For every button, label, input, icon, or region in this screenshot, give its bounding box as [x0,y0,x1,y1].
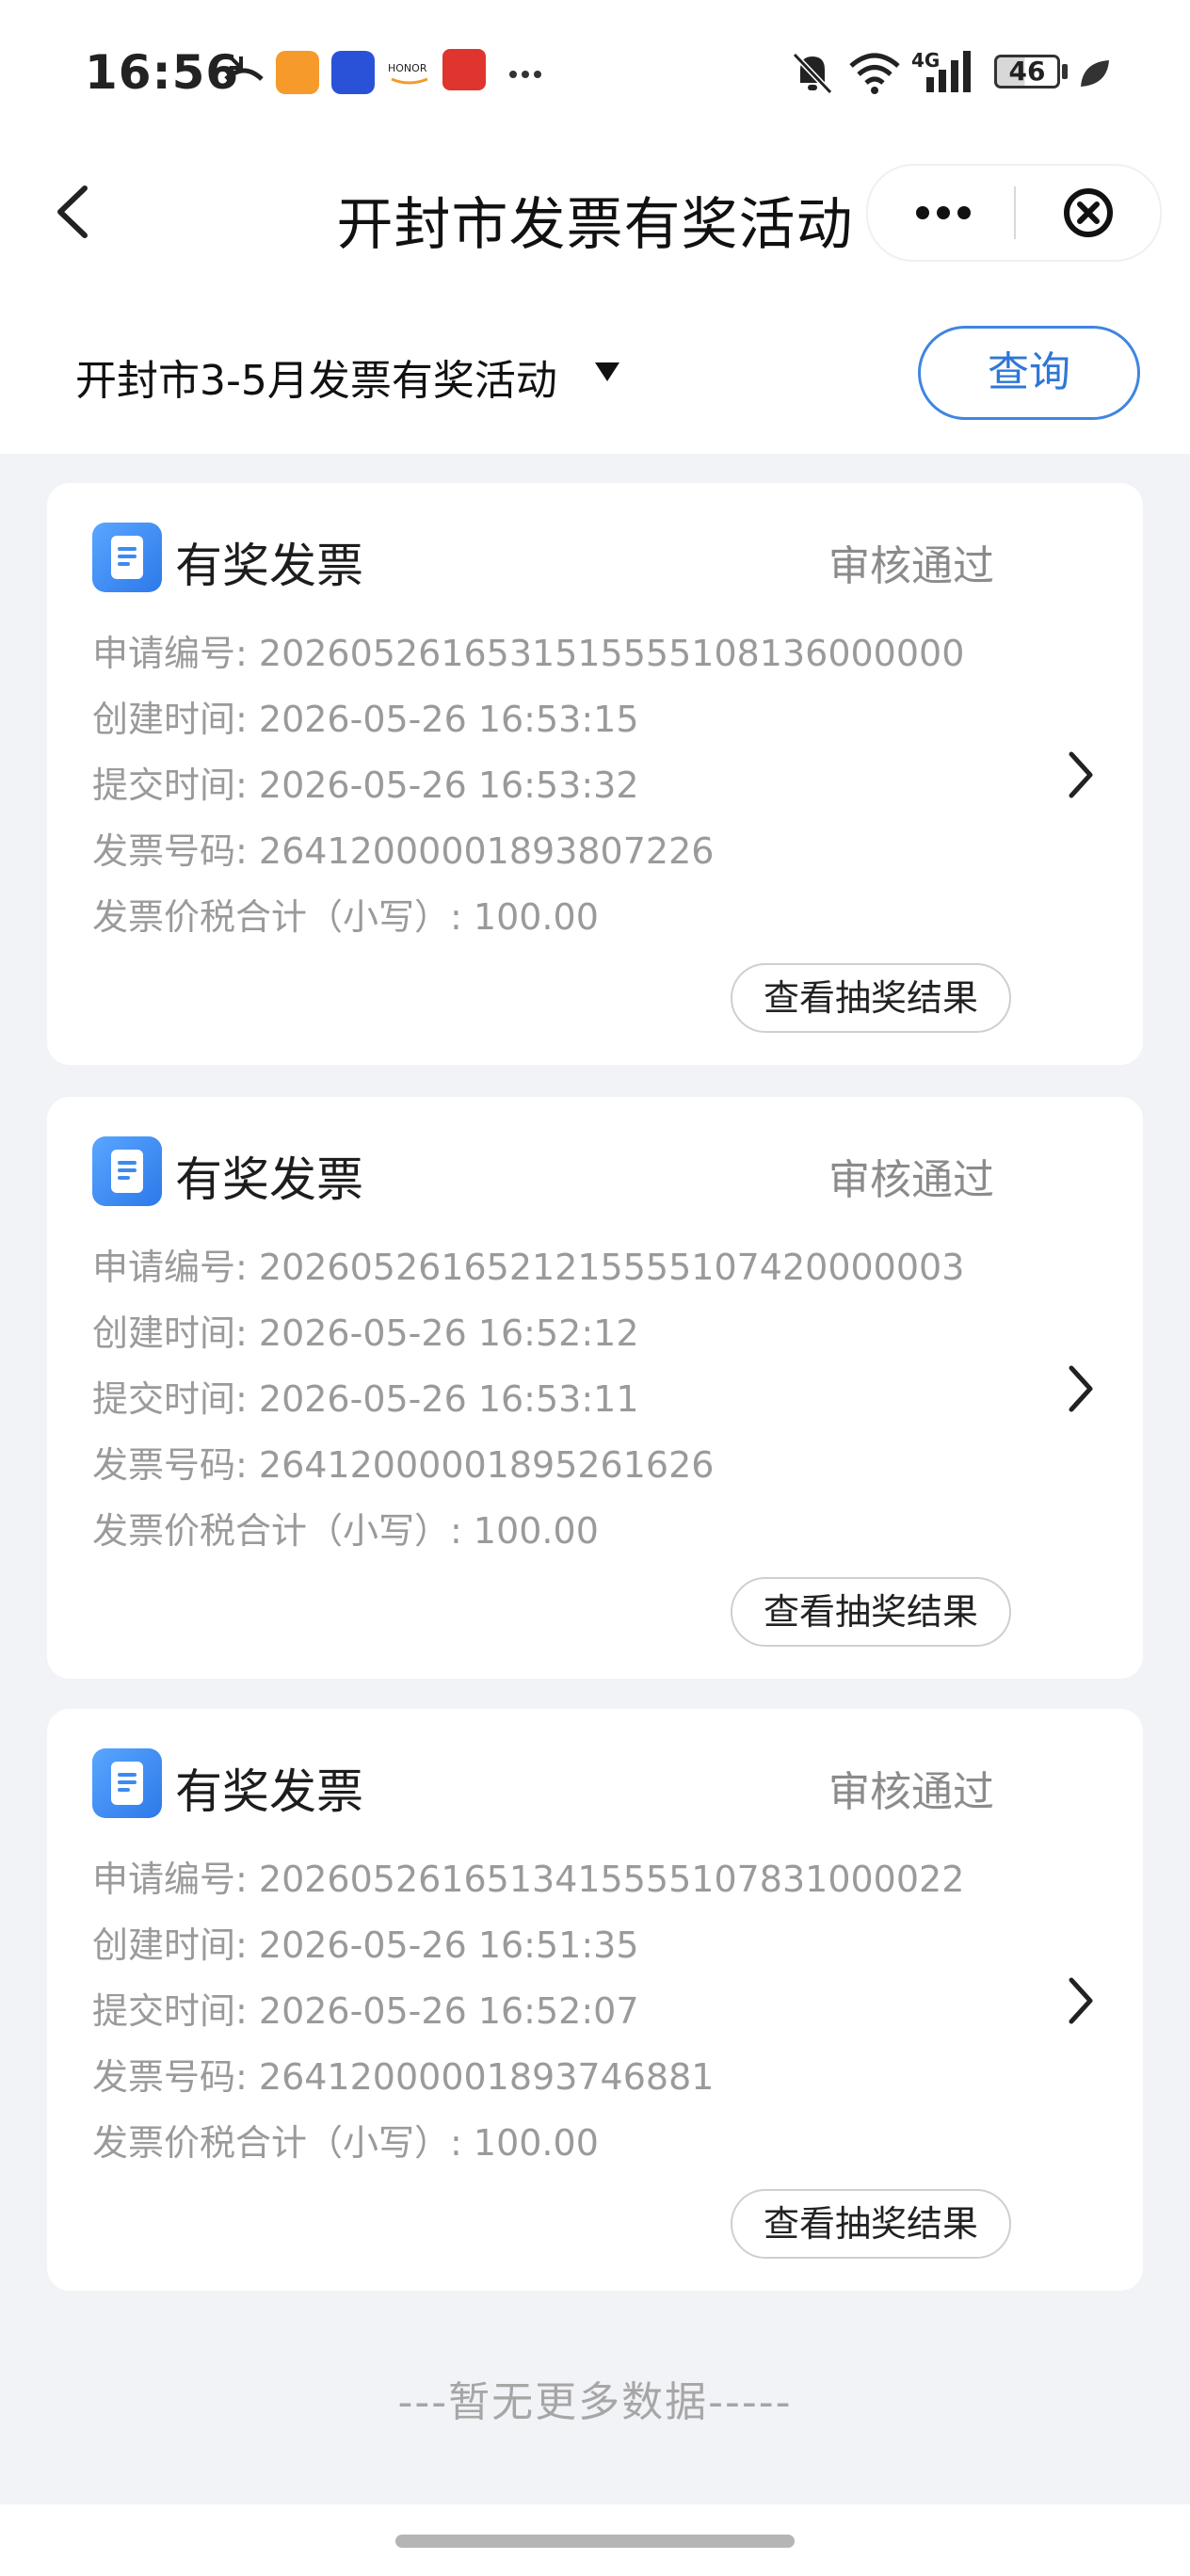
invoice-card[interactable]: 有奖发票 审核通过 申请编号: 202605261653151555510813… [47,483,1143,1065]
submitted-time-row: 提交时间: 2026-05-26 16:53:32 [92,756,639,808]
invoice-amount-label: 发票价税合计（小写）: [92,896,462,938]
app-heart-icon [276,51,319,94]
review-status: 审核通过 [828,542,994,590]
application-number-row: 申请编号: 2026052616513415555107831000022 [92,1850,964,1902]
no-more-data-text: ---暂无更多数据----- [397,2378,793,2426]
invoice-number-row: 发票号码: 26412000001893746881 [92,2048,714,2100]
submitted-time-label: 提交时间: [92,1990,248,2032]
mute-bell-icon [792,52,833,95]
card-title: 有奖发票 [175,539,363,593]
application-number-row: 申请编号: 2026052616521215555107420000003 [92,1238,964,1290]
submitted-time: 2026-05-26 16:53:11 [258,1378,639,1420]
bottom-bar [0,2504,1190,2576]
invoice-number-label: 发票号码: [92,1444,248,1486]
invoice-number-row: 发票号码: 26412000001895261626 [92,1436,714,1488]
invoice-number-label: 发票号码: [92,830,248,872]
svg-text:HONOR: HONOR [388,62,427,74]
battery-level: 46 [1008,56,1046,87]
submitted-time-row: 提交时间: 2026-05-26 16:53:11 [92,1370,639,1422]
invoice-amount-row: 发票价税合计（小写）: 100.00 [92,2114,599,2165]
view-lottery-result-button[interactable]: 查看抽奖结果 [731,2189,1011,2259]
invoice-document-icon [92,523,162,592]
view-lottery-result-button[interactable]: 查看抽奖结果 [731,963,1011,1033]
view-lottery-result-button[interactable]: 查看抽奖结果 [731,1577,1011,1647]
invoice-number-row: 发票号码: 26412000001893807226 [92,822,714,874]
invoice-amount: 100.00 [473,1510,599,1552]
home-indicator[interactable] [395,2535,795,2548]
created-time-row: 创建时间: 2026-05-26 16:53:15 [92,690,639,742]
chevron-right-icon[interactable] [1064,1972,1098,2029]
application-number: 2026052616531515555108136000000 [258,633,965,674]
mini-program-capsule [866,164,1162,262]
submitted-time-label: 提交时间: [92,765,248,806]
created-time-row: 创建时间: 2026-05-26 16:51:35 [92,1916,639,1968]
invoice-amount-label: 发票价税合计（小写）: [92,2122,462,2164]
submitted-time: 2026-05-26 16:52:07 [258,1990,639,2032]
invoice-document-icon [92,1748,162,1818]
created-time: 2026-05-26 16:51:35 [258,1924,639,1966]
invoice-amount-label: 发票价税合计（小写）: [92,1510,462,1552]
status-time: 16:56 [85,45,240,100]
filter-bar: 开封市3-5月发票有奖活动 查询 [0,282,1190,454]
created-time-label: 创建时间: [92,1312,248,1354]
invoice-amount-row: 发票价税合计（小写）: 100.00 [92,888,599,940]
invoice-amount: 100.00 [473,2122,599,2164]
submitted-time-row: 提交时间: 2026-05-26 16:52:07 [92,1982,639,2034]
nav-bar: 开封市发票有奖活动 [0,141,1190,282]
more-dots-icon [509,71,541,78]
invoice-number: 26412000001893807226 [258,830,715,872]
created-time: 2026-05-26 16:52:12 [258,1312,639,1354]
invoice-document-icon [92,1136,162,1206]
submitted-time-label: 提交时间: [92,1378,248,1420]
submitted-time: 2026-05-26 16:53:32 [258,765,639,806]
signal-icon [926,51,971,92]
battery-icon: 46 [994,55,1060,89]
invoice-number: 26412000001893746881 [258,2056,715,2098]
query-button[interactable]: 查询 [918,326,1140,420]
app-blue-icon [331,51,375,94]
review-status: 审核通过 [828,1768,994,1816]
created-time-label: 创建时间: [92,699,248,740]
application-number-label: 申请编号: [92,1247,248,1288]
dropdown-triangle-icon[interactable] [593,361,621,383]
card-title: 有奖发票 [175,1152,363,1207]
more-icon[interactable] [913,200,973,226]
status-bar: 16:56 HONOR 4G 46 [0,0,1190,141]
application-number: 2026052616513415555107831000022 [258,1859,965,1900]
chevron-right-icon[interactable] [1064,1360,1098,1417]
created-time-label: 创建时间: [92,1924,248,1966]
created-time: 2026-05-26 16:53:15 [258,699,639,740]
card-title: 有奖发票 [175,1764,363,1819]
invoice-amount-row: 发票价税合计（小写）: 100.00 [92,1502,599,1554]
created-time-row: 创建时间: 2026-05-26 16:52:12 [92,1304,639,1356]
missed-call-icon [224,55,264,81]
invoice-number: 26412000001895261626 [258,1444,715,1486]
leaf-icon [1081,60,1109,87]
application-number-label: 申请编号: [92,633,248,674]
review-status: 审核通过 [828,1156,994,1204]
chevron-right-icon[interactable] [1064,747,1098,803]
invoice-card[interactable]: 有奖发票 审核通过 申请编号: 202605261651341555510783… [47,1709,1143,2291]
invoice-amount: 100.00 [473,896,599,938]
close-circle-icon[interactable] [1062,186,1115,239]
wifi-icon [849,53,900,94]
battery-cap [1062,64,1068,79]
activity-selector[interactable]: 开封市3-5月发票有奖活动 [75,346,557,407]
invoice-card[interactable]: 有奖发票 审核通过 申请编号: 202605261652121555510742… [47,1097,1143,1679]
capsule-divider [1014,186,1016,239]
application-number-row: 申请编号: 2026052616531515555108136000000 [92,624,964,676]
application-number: 2026052616521215555107420000003 [258,1247,965,1288]
application-number-label: 申请编号: [92,1859,248,1900]
honor-icon: HONOR [388,62,428,85]
invoice-number-label: 发票号码: [92,2056,248,2098]
payment-icon [442,49,486,90]
